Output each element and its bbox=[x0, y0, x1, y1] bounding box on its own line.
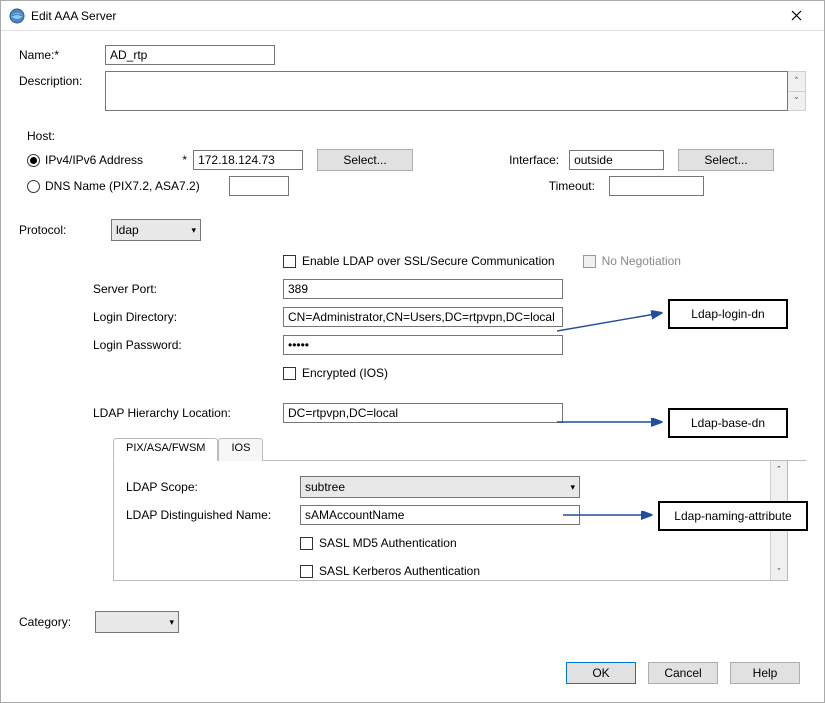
host-select-button[interactable]: Select... bbox=[317, 149, 413, 171]
sasl-md5-row: SASL MD5 Authentication bbox=[126, 529, 757, 557]
scope-label: LDAP Scope: bbox=[126, 480, 300, 494]
annotation-base-dn: Ldap-base-dn bbox=[668, 408, 788, 438]
annotation-naming-attr: Ldap-naming-attribute bbox=[658, 501, 808, 531]
host-dns-row: DNS Name (PIX7.2, ASA7.2) Timeout: bbox=[27, 173, 806, 199]
scroll-up-icon[interactable]: ˆ bbox=[771, 461, 787, 478]
dn-input[interactable] bbox=[300, 505, 580, 525]
login-pw-label: Login Password: bbox=[93, 338, 283, 352]
protocol-label: Protocol: bbox=[19, 223, 111, 237]
description-row: Description: ˆ ˇ bbox=[19, 71, 806, 111]
help-button[interactable]: Help bbox=[730, 662, 800, 684]
arrow-base-dn bbox=[557, 415, 667, 429]
server-port-label: Server Port: bbox=[93, 282, 283, 296]
app-icon bbox=[9, 8, 25, 24]
chevron-down-icon: ▾ bbox=[191, 225, 196, 236]
login-dir-label: Login Directory: bbox=[93, 310, 283, 324]
host-label: Host: bbox=[27, 129, 806, 143]
addr-required-marker: * bbox=[143, 153, 193, 167]
hierarchy-label: LDAP Hierarchy Location: bbox=[93, 406, 283, 420]
tab-pix-asa-fwsm[interactable]: PIX/ASA/FWSM bbox=[113, 438, 218, 461]
category-label: Category: bbox=[19, 615, 95, 629]
protocol-row: Protocol: ldap ▾ bbox=[19, 219, 806, 241]
cancel-button[interactable]: Cancel bbox=[648, 662, 718, 684]
ssl-row: Enable LDAP over SSL/Secure Communicatio… bbox=[93, 247, 806, 275]
timeout-label: Timeout: bbox=[549, 179, 609, 193]
host-section: Host: IPv4/IPv6 Address * Select... Inte… bbox=[19, 129, 806, 199]
hierarchy-input[interactable] bbox=[283, 403, 563, 423]
login-pw-input[interactable] bbox=[283, 335, 563, 355]
ipv4-ipv6-label: IPv4/IPv6 Address bbox=[45, 153, 143, 167]
tab-ios[interactable]: IOS bbox=[218, 438, 263, 461]
scope-value: subtree bbox=[305, 480, 345, 494]
host-addr-row: IPv4/IPv6 Address * Select... Interface:… bbox=[27, 147, 806, 173]
titlebar: Edit AAA Server bbox=[1, 1, 824, 31]
interface-input[interactable] bbox=[569, 150, 664, 170]
enable-ssl-checkbox[interactable] bbox=[283, 255, 296, 268]
dns-input[interactable] bbox=[229, 176, 289, 196]
ipv4-ipv6-radio[interactable] bbox=[27, 154, 40, 167]
sasl-md5-label: SASL MD5 Authentication bbox=[319, 536, 457, 550]
no-negotiation-label: No Negotiation bbox=[602, 254, 681, 268]
dns-label: DNS Name (PIX7.2, ASA7.2) bbox=[45, 179, 200, 193]
scope-row: LDAP Scope: subtree ▾ bbox=[126, 473, 757, 501]
arrow-naming-attr bbox=[563, 508, 657, 522]
name-label: Name:* bbox=[19, 48, 105, 62]
interface-select-button[interactable]: Select... bbox=[678, 149, 774, 171]
description-input[interactable] bbox=[105, 71, 788, 111]
description-label: Description: bbox=[19, 71, 105, 88]
server-port-input[interactable] bbox=[283, 279, 563, 299]
interface-label: Interface: bbox=[509, 153, 569, 167]
dn-label: LDAP Distinguished Name: bbox=[126, 508, 300, 522]
annotation-login-dn: Ldap-login-dn bbox=[668, 299, 788, 329]
close-button[interactable] bbox=[776, 2, 816, 30]
description-scrollbar[interactable]: ˆ ˇ bbox=[788, 71, 806, 111]
name-row: Name:* bbox=[19, 45, 806, 65]
dns-radio[interactable] bbox=[27, 180, 40, 193]
content-area: Name:* Description: ˆ ˇ Host: IPv4/IPv6 … bbox=[1, 31, 824, 649]
category-select[interactable]: ▾ bbox=[95, 611, 179, 633]
enable-ssl-label: Enable LDAP over SSL/Secure Communicatio… bbox=[302, 254, 555, 268]
ipv4-ipv6-input[interactable] bbox=[193, 150, 303, 170]
sasl-md5-checkbox[interactable] bbox=[300, 537, 313, 550]
no-negotiation-checkbox bbox=[583, 255, 596, 268]
sasl-krb-row: SASL Kerberos Authentication bbox=[126, 557, 757, 585]
protocol-select[interactable]: ldap ▾ bbox=[111, 219, 201, 241]
chevron-down-icon: ▾ bbox=[570, 482, 575, 493]
ldap-tabstrip: PIX/ASA/FWSM IOS bbox=[113, 437, 806, 461]
scroll-down-icon[interactable]: ˇ bbox=[788, 92, 805, 111]
scroll-down-icon[interactable]: ˇ bbox=[771, 563, 787, 580]
window-title: Edit AAA Server bbox=[31, 9, 776, 23]
timeout-input[interactable] bbox=[609, 176, 704, 196]
button-bar: OK Cancel Help bbox=[566, 662, 800, 684]
name-input[interactable] bbox=[105, 45, 275, 65]
login-pw-row: Login Password: bbox=[93, 331, 806, 359]
sasl-krb-checkbox[interactable] bbox=[300, 565, 313, 578]
encrypted-row: Encrypted (IOS) bbox=[93, 359, 806, 387]
arrow-login-dn bbox=[557, 307, 667, 337]
encrypted-label: Encrypted (IOS) bbox=[302, 366, 388, 380]
encrypted-checkbox[interactable] bbox=[283, 367, 296, 380]
category-row: Category: ▾ bbox=[19, 611, 806, 633]
sasl-krb-label: SASL Kerberos Authentication bbox=[319, 564, 480, 578]
scope-select[interactable]: subtree ▾ bbox=[300, 476, 580, 498]
protocol-value: ldap bbox=[116, 223, 139, 237]
scroll-up-icon[interactable]: ˆ bbox=[788, 72, 805, 92]
login-dir-input[interactable] bbox=[283, 307, 563, 327]
ok-button[interactable]: OK bbox=[566, 662, 636, 684]
chevron-down-icon: ▾ bbox=[169, 617, 174, 628]
